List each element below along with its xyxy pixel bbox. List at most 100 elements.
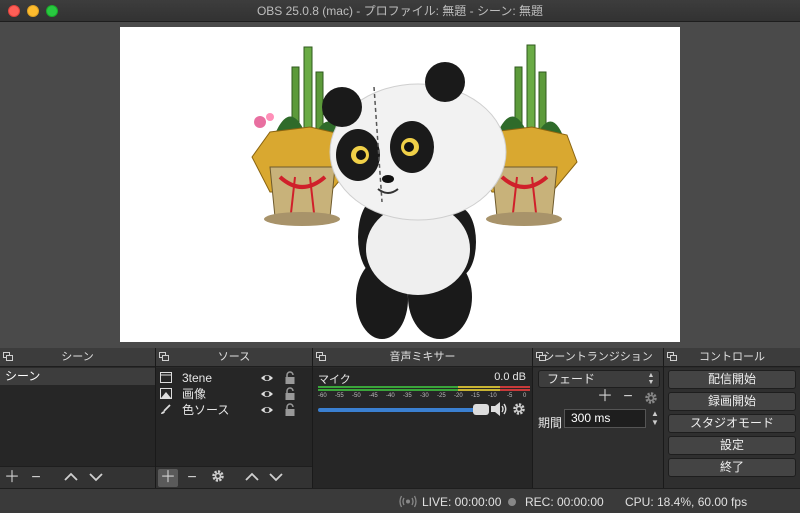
start-streaming-button[interactable]: 配信開始 [668, 370, 796, 389]
eye-icon[interactable] [260, 387, 274, 401]
scene-transitions-dock-title: シーントランジション [543, 351, 653, 363]
meter-tick: -10 [488, 393, 497, 399]
add-source-button[interactable]: ＋ [158, 469, 178, 487]
undock-icon[interactable] [3, 352, 14, 362]
start-recording-button[interactable]: 録画開始 [668, 392, 796, 411]
volume-slider-track[interactable] [318, 408, 481, 412]
meter-tick: 0 [523, 393, 527, 399]
remove-scene-button[interactable]: − [26, 469, 46, 487]
minimize-window-button[interactable] [27, 5, 39, 17]
transition-select[interactable]: フェード ▲ ▼ [538, 370, 660, 388]
meter-tick: -50 [352, 393, 361, 399]
eye-icon[interactable] [260, 371, 274, 385]
source-list-item[interactable]: 画像 [156, 386, 312, 402]
meter-scale: -60 -55 -50 -45 -40 -35 -30 -25 -20 -15 … [318, 393, 530, 401]
scene-transitions-dock: シーントランジション フェード ▲ ▼ ＋ − 期間 300 ms ▲ ▼ [533, 348, 664, 488]
scenes-dock-title: シーン [61, 351, 94, 363]
audio-mixer-dock: 音声ミキサー マイク 0.0 dB -60 -55 -50 -45 -40 -3… [313, 348, 533, 488]
undock-icon[interactable] [159, 352, 170, 362]
undock-icon[interactable] [536, 352, 547, 362]
gear-icon [212, 470, 224, 482]
sources-list: 3tene 画像 色ソース ＋ − [156, 368, 312, 488]
meter-tick: -30 [420, 393, 429, 399]
volume-slider-handle[interactable] [473, 404, 489, 415]
sources-dock-title: ソース [217, 351, 251, 363]
scenes-list: シーン ＋ − [0, 368, 155, 488]
exit-button[interactable]: 終了 [668, 458, 796, 477]
source-list-item[interactable]: 色ソース [156, 402, 312, 418]
meter-tick: -15 [471, 393, 480, 399]
mixer-channel-name: マイク [318, 374, 351, 386]
gear-icon[interactable] [512, 402, 526, 416]
record-dot-icon [508, 498, 516, 506]
title-bar[interactable]: OBS 25.0.8 (mac) - プロファイル: 無題 - シーン: 無題 [0, 0, 800, 22]
meter-tick: -40 [386, 393, 395, 399]
scenes-toolbar: ＋ − [0, 466, 155, 488]
transition-selected-value: フェード [547, 372, 596, 386]
scenes-dock: シーン シーン ＋ − [0, 348, 156, 488]
cpu-fps-readout: CPU: 18.4%, 60.00 fps [625, 495, 748, 509]
move-source-down-button[interactable] [266, 469, 286, 487]
scene-transitions-dock-header: シーントランジション [533, 348, 663, 367]
rec-timer: REC: 00:00:00 [525, 495, 604, 509]
scenes-dock-header: シーン [0, 348, 155, 367]
lock-icon[interactable] [284, 403, 296, 417]
audio-mixer-dock-title: 音声ミキサー [389, 351, 456, 363]
controls-dock-header: コントロール [664, 348, 800, 367]
gear-icon[interactable] [644, 391, 658, 405]
meter-tick: -60 [318, 393, 327, 399]
eye-icon[interactable] [260, 403, 274, 417]
duration-stepper[interactable]: ▲ ▼ [649, 409, 661, 428]
meter-tick: -25 [437, 393, 446, 399]
source-item-label: 画像 [182, 387, 207, 401]
sources-toolbar: ＋ − [156, 466, 312, 488]
source-list-item[interactable]: 3tene [156, 370, 312, 386]
volume-meter [318, 386, 530, 392]
chevron-down-icon [269, 473, 283, 482]
status-bar: LIVE: 00:00:00 REC: 00:00:00 CPU: 18.4%,… [0, 488, 800, 513]
source-item-label: 3tene [182, 371, 213, 385]
preview-area [0, 22, 800, 348]
mixer-level-readout: 0.0 dB [494, 371, 526, 383]
image-icon [160, 388, 172, 399]
close-window-button[interactable] [8, 5, 20, 17]
undock-icon[interactable] [667, 352, 678, 362]
chevron-up-icon [245, 472, 259, 481]
broadcast-icon [399, 495, 417, 508]
lock-icon[interactable] [284, 387, 296, 401]
studio-mode-button[interactable]: スタジオモード [668, 414, 796, 433]
scene-preview-image [251, 44, 578, 339]
audio-mixer-dock-header: 音声ミキサー [313, 348, 532, 367]
meter-tick: -20 [454, 393, 463, 399]
meter-tick: -5 [507, 393, 513, 399]
remove-transition-button[interactable]: − [618, 388, 638, 406]
meter-tick: -45 [369, 393, 378, 399]
preview-canvas[interactable] [120, 27, 680, 342]
updown-arrows-icon: ▲ ▼ [647, 372, 655, 386]
meter-tick: -55 [335, 393, 344, 399]
scene-list-item[interactable]: シーン [0, 368, 155, 385]
move-scene-up-button[interactable] [61, 469, 81, 487]
source-properties-button[interactable] [208, 469, 228, 487]
add-transition-button[interactable]: ＋ [595, 388, 615, 406]
controls-dock: コントロール 配信開始 録画開始 スタジオモード 設定 終了 [664, 348, 800, 488]
controls-dock-title: コントロール [699, 351, 765, 363]
window-capture-icon [160, 372, 172, 383]
lock-icon[interactable] [284, 371, 296, 385]
meter-tick: -35 [403, 393, 412, 399]
zoom-window-button[interactable] [46, 5, 58, 17]
settings-button[interactable]: 設定 [668, 436, 796, 455]
paintbrush-icon [161, 404, 171, 414]
source-item-label: 色ソース [182, 403, 230, 417]
remove-source-button[interactable]: − [182, 469, 202, 487]
duration-input[interactable]: 300 ms [564, 409, 646, 428]
move-scene-down-button[interactable] [86, 469, 106, 487]
speaker-icon[interactable] [490, 401, 508, 417]
move-source-up-button[interactable] [242, 469, 262, 487]
scene-transitions-body: フェード ▲ ▼ ＋ − 期間 300 ms ▲ ▼ [533, 368, 663, 488]
window-title: OBS 25.0.8 (mac) - プロファイル: 無題 - シーン: 無題 [256, 4, 544, 18]
live-timer: LIVE: 00:00:00 [422, 495, 502, 509]
sources-dock: ソース 3tene 画像 色ソース ＋ − [156, 348, 313, 488]
add-scene-button[interactable]: ＋ [2, 469, 22, 487]
undock-icon[interactable] [316, 352, 327, 362]
